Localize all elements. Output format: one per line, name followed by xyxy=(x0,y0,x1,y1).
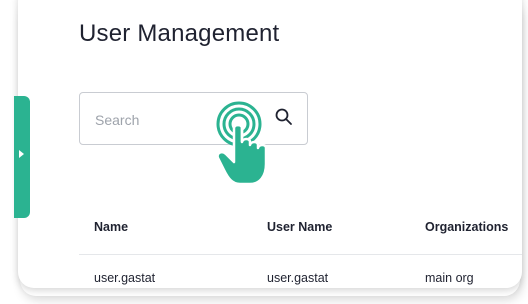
pointing-hand-icon xyxy=(216,101,268,186)
sidebar-toggle-button[interactable] xyxy=(14,96,30,218)
column-header-user-name[interactable]: User Name xyxy=(267,220,332,234)
cell-user-name: user.gastat xyxy=(267,271,329,285)
cell-name: user.gastat xyxy=(94,271,156,285)
column-header-organizations[interactable]: Organizations xyxy=(425,220,508,234)
header-divider xyxy=(79,254,522,255)
cell-organizations: main org xyxy=(425,271,474,285)
column-header-name[interactable]: Name xyxy=(94,220,128,234)
chevron-right-icon xyxy=(19,150,24,158)
page-title: User Management xyxy=(79,20,280,47)
